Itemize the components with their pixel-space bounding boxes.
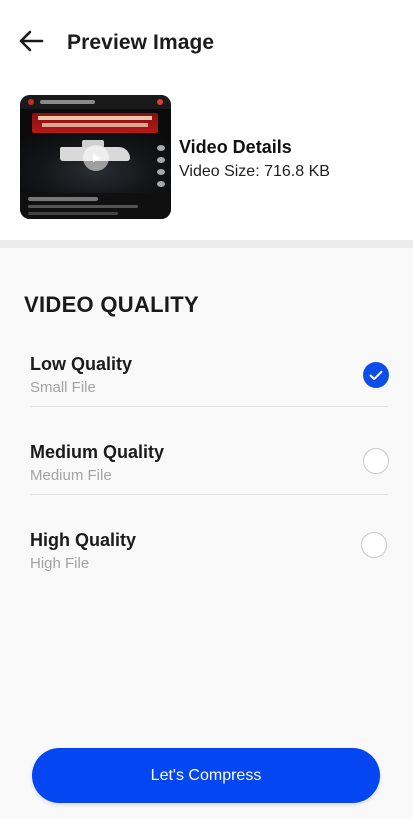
- option-sublabel: Small File: [30, 379, 96, 396]
- thumbnail-caption-area: [20, 193, 171, 219]
- play-icon[interactable]: [83, 145, 109, 171]
- arrow-left-icon[interactable]: [18, 30, 44, 52]
- option-label: Medium Quality: [30, 442, 165, 462]
- thumbnail-side-actions: [157, 145, 165, 200]
- video-size-text: Video Size: 716.8 KB: [179, 163, 330, 180]
- app-header: Preview Image: [0, 0, 413, 86]
- compress-button[interactable]: Let's Compress: [32, 748, 380, 803]
- radio-selected-icon[interactable]: [363, 362, 389, 388]
- page-title: Preview Image: [67, 31, 215, 54]
- option-sublabel: High File: [30, 555, 90, 572]
- check-icon: [369, 370, 383, 380]
- app-screen: Preview Image Video Details Video Size: …: [0, 0, 413, 819]
- option-divider: [30, 494, 388, 495]
- quality-option-high[interactable]: High Quality High File: [30, 530, 390, 618]
- section-title: VIDEO QUALITY: [24, 292, 200, 317]
- thumbnail-topbar: [20, 95, 171, 109]
- radio-unselected-icon[interactable]: [363, 448, 389, 474]
- radio-unselected-icon[interactable]: [361, 532, 387, 558]
- option-label: High Quality: [30, 530, 137, 550]
- quality-option-low[interactable]: Low Quality Small File: [30, 354, 390, 442]
- video-details-title: Video Details: [179, 137, 292, 157]
- option-label: Low Quality: [30, 354, 133, 374]
- option-sublabel: Medium File: [30, 467, 112, 484]
- video-preview-section: Video Details Video Size: 716.8 KB: [0, 86, 413, 240]
- back-button[interactable]: [14, 26, 48, 56]
- video-quality-section: VIDEO QUALITY Low Quality Small File Med…: [0, 248, 413, 819]
- video-thumbnail[interactable]: [20, 95, 171, 219]
- option-divider: [30, 406, 388, 407]
- quality-option-medium[interactable]: Medium Quality Medium File: [30, 442, 390, 530]
- section-divider: [0, 240, 413, 248]
- thumbnail-headline-banner: [32, 113, 158, 133]
